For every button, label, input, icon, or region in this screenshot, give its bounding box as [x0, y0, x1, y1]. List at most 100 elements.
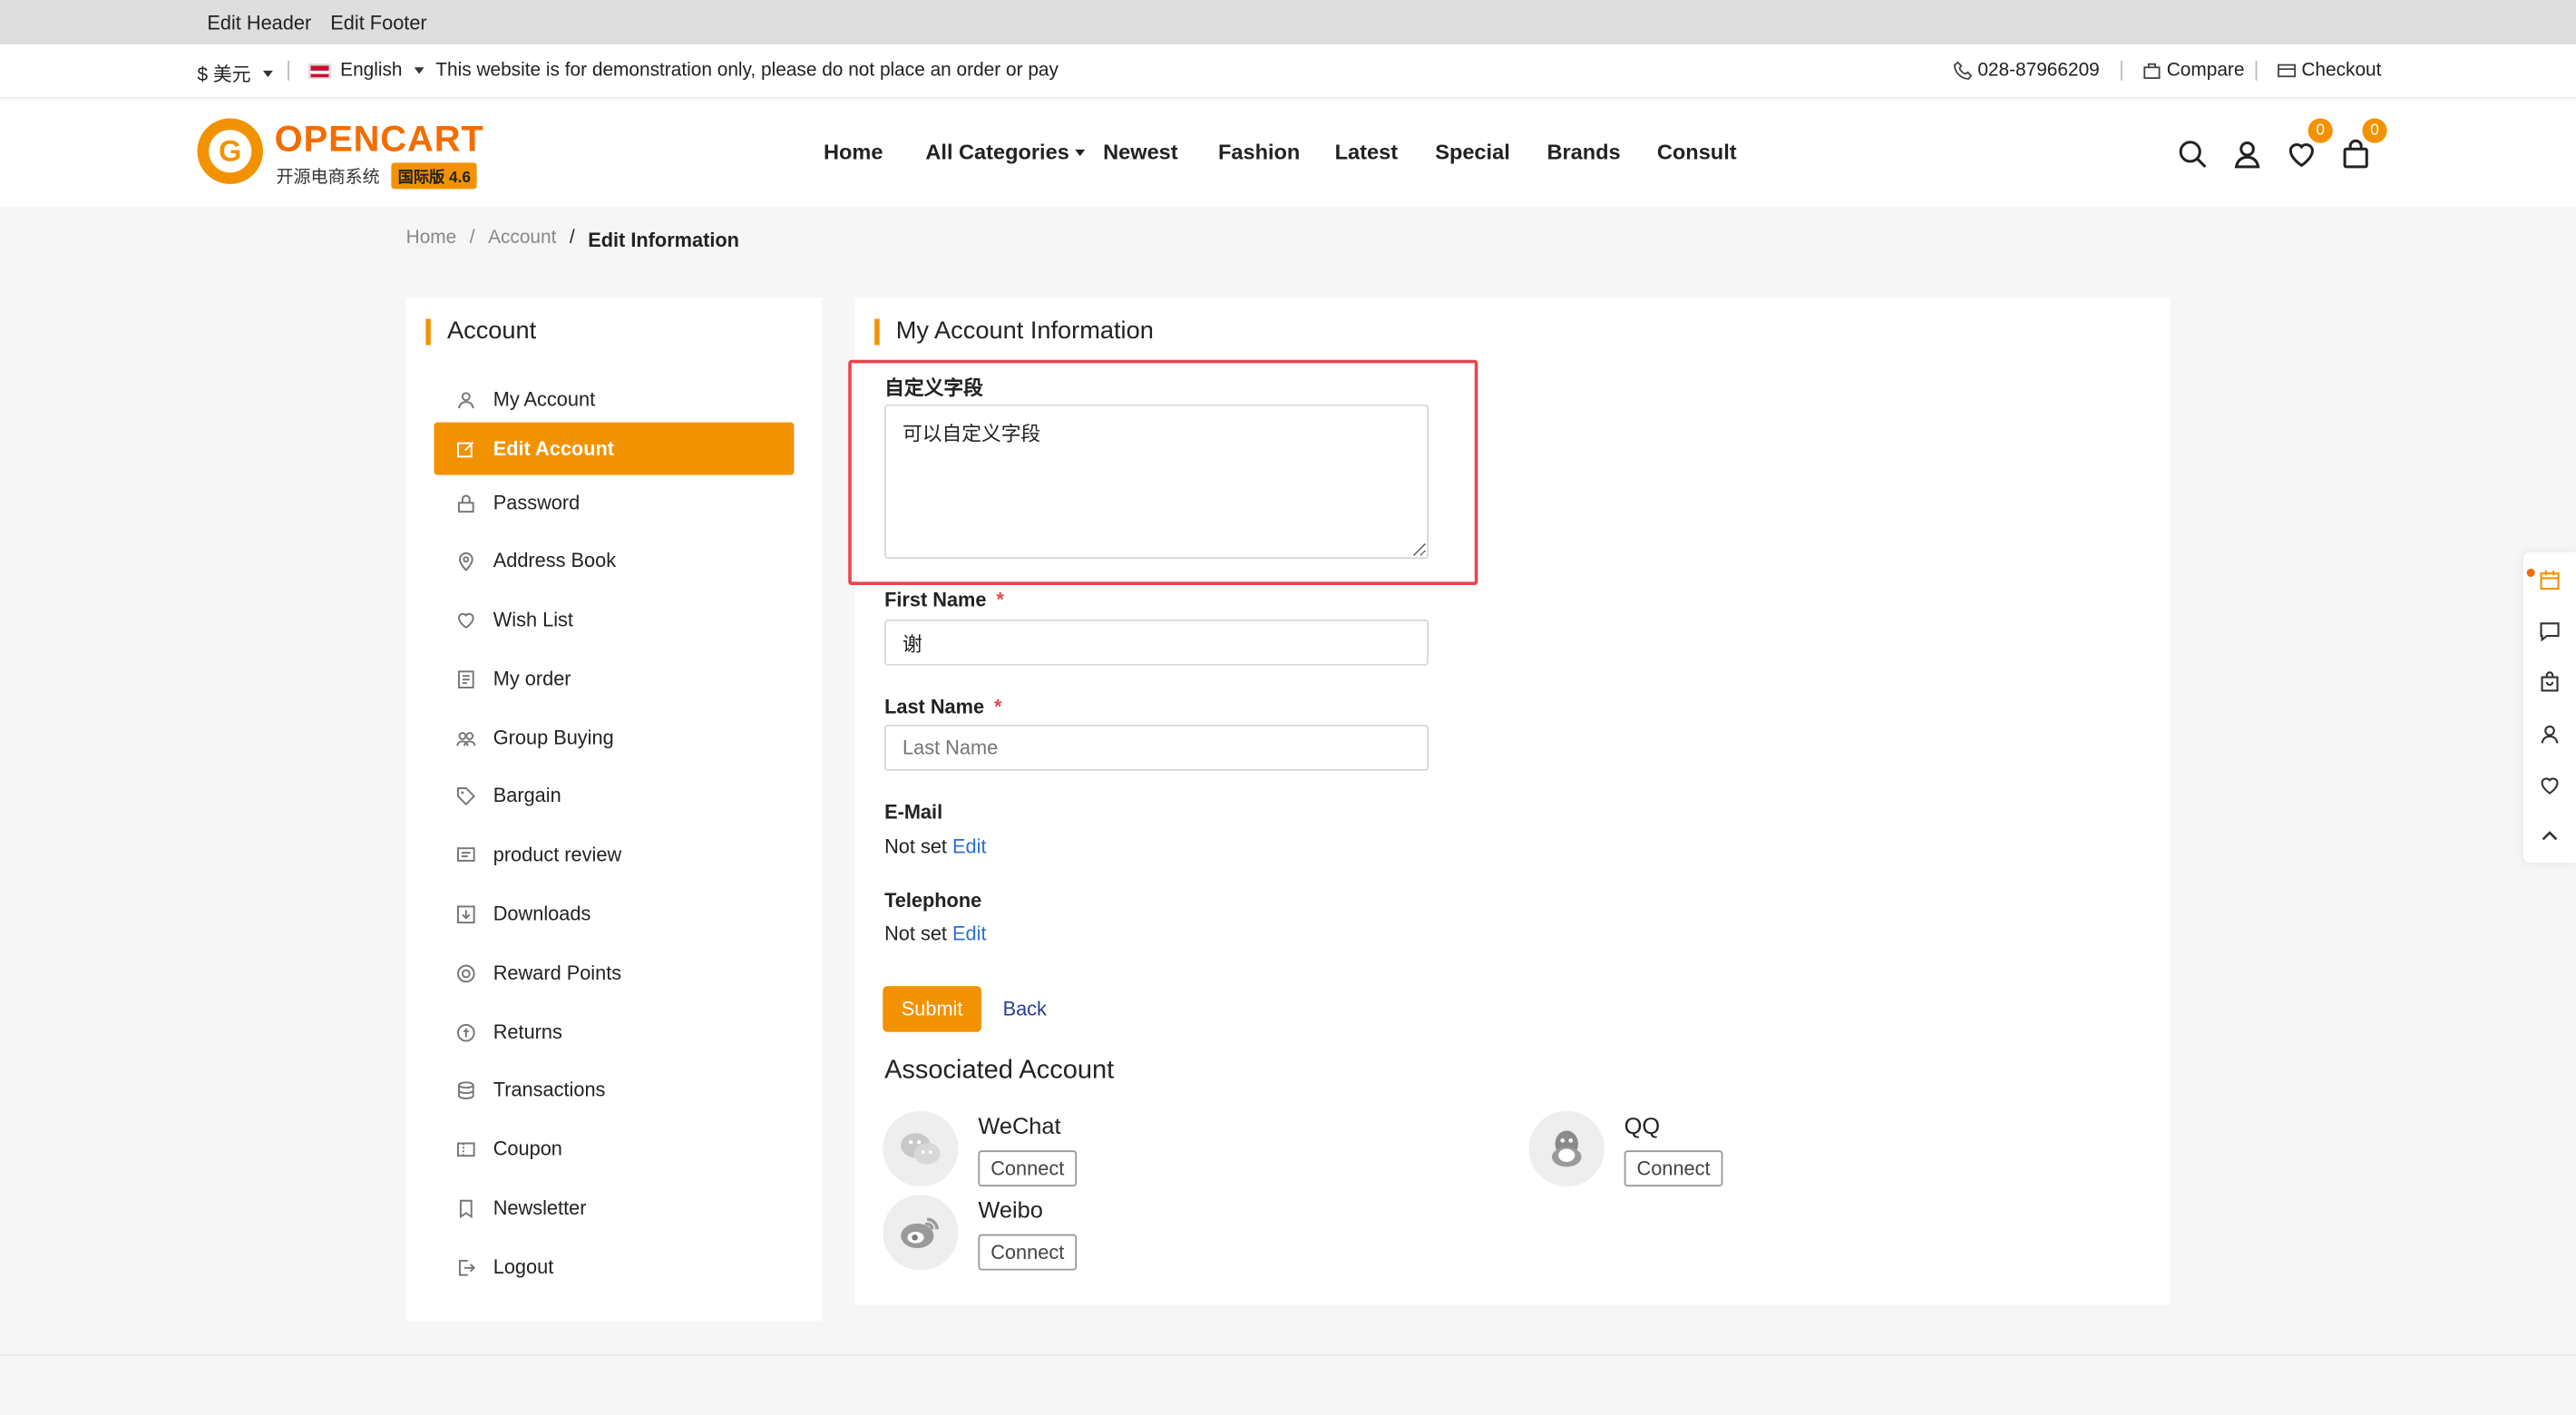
wechat-label: WeChat: [978, 1112, 1061, 1139]
breadcrumb-home[interactable]: Home: [406, 229, 457, 251]
sidebar-item-logout[interactable]: Logout: [434, 1241, 794, 1293]
sidebar-item-returns[interactable]: Returns: [434, 1006, 794, 1059]
currency-selector[interactable]: $ 美元: [197, 61, 273, 87]
nav-fashion[interactable]: Fashion: [1218, 140, 1300, 164]
nav-brands[interactable]: Brands: [1547, 140, 1620, 164]
weibo-avatar: [883, 1195, 959, 1271]
logo-text: OPENCART: [274, 118, 484, 160]
chevron-down-icon: [414, 67, 424, 74]
last-name-label-text: Last Name: [884, 695, 985, 718]
sidebar-item-newsletter[interactable]: Newsletter: [434, 1182, 794, 1234]
sidebar-item-my-account[interactable]: My Account: [434, 373, 794, 425]
sidebar-item-label: Transactions: [493, 1078, 606, 1101]
breadcrumb-account[interactable]: Account: [488, 229, 556, 251]
language-label: English: [340, 61, 403, 81]
search-icon: [2179, 141, 2207, 168]
calendar-icon[interactable]: [2538, 569, 2561, 591]
nav-special[interactable]: Special: [1435, 140, 1510, 164]
currency-label: $ 美元: [197, 65, 251, 86]
review-icon: [454, 843, 476, 865]
compare-label: Compare: [2166, 61, 2245, 81]
weibo-connect-button[interactable]: Connect: [978, 1234, 1078, 1271]
sidebar-item-label: Coupon: [493, 1137, 562, 1161]
phone-icon: [1954, 61, 1973, 80]
nav-home[interactable]: Home: [824, 140, 883, 164]
edit-footer-link[interactable]: Edit Footer: [330, 12, 426, 34]
email-edit-link[interactable]: Edit: [952, 834, 986, 857]
edit-header-link[interactable]: Edit Header: [207, 12, 311, 34]
sidebar-item-group-buying[interactable]: Group Buying: [434, 712, 794, 765]
bag-icon[interactable]: [2538, 670, 2561, 693]
transactions-icon: [454, 1078, 476, 1101]
first-name-label-text: First Name: [884, 588, 987, 611]
location-icon: [454, 549, 476, 571]
custom-field-textarea[interactable]: 可以自定义字段: [884, 404, 1429, 560]
breadcrumb-separator: /: [569, 228, 575, 249]
sidebar-item-label: Logout: [493, 1255, 554, 1279]
qq-icon: [1551, 1130, 1582, 1167]
email-label: E-Mail: [884, 800, 943, 824]
sidebar-item-bargain[interactable]: Bargain: [434, 769, 794, 822]
qq-avatar: [1528, 1110, 1605, 1187]
admin-bar: Edit Header Edit Footer: [0, 0, 2576, 44]
compare-link[interactable]: Compare: [2142, 61, 2245, 81]
sidebar-item-edit-account[interactable]: Edit Account: [434, 422, 795, 475]
sidebar-item-password[interactable]: Password: [434, 476, 794, 529]
reward-icon: [454, 961, 476, 984]
submit-button[interactable]: Submit: [883, 986, 982, 1032]
nav-newest[interactable]: Newest: [1103, 140, 1178, 164]
sidebar-item-address-book[interactable]: Address Book: [434, 534, 794, 587]
chevron-down-icon: [262, 70, 273, 78]
logo-version-badge: 国际版 4.6: [391, 162, 478, 190]
nav-all-categories[interactable]: All Categories: [925, 140, 1086, 164]
chevron-up-icon[interactable]: [2538, 825, 2561, 848]
qq-label: QQ: [1624, 1112, 1661, 1139]
weibo-label: Weibo: [978, 1195, 1043, 1223]
language-selector[interactable]: English: [308, 61, 424, 81]
user-icon[interactable]: [2538, 723, 2561, 746]
heart-icon: [2288, 142, 2314, 168]
last-name-label: Last Name *: [884, 695, 1001, 717]
first-name-input[interactable]: [884, 620, 1429, 666]
message-icon[interactable]: [2538, 620, 2561, 642]
sidebar-item-label: Reward Points: [493, 961, 622, 985]
notification-dot: [2526, 568, 2535, 577]
telephone-edit-link[interactable]: Edit: [952, 922, 986, 944]
sidebar-item-reward-points[interactable]: Reward Points: [434, 947, 794, 1000]
sidebar-item-coupon[interactable]: Coupon: [434, 1122, 794, 1175]
chevron-down-icon: [1076, 148, 1086, 156]
account-button[interactable]: [2230, 138, 2263, 171]
wechat-avatar: [883, 1110, 959, 1187]
wishlist-button[interactable]: 0: [2285, 118, 2333, 171]
sidebar-item-my-order[interactable]: My order: [434, 652, 794, 705]
search-button[interactable]: [2177, 138, 2210, 171]
edit-icon: [454, 437, 476, 460]
sidebar-item-wish-list[interactable]: Wish List: [434, 593, 794, 646]
sidebar-item-downloads[interactable]: Downloads: [434, 887, 794, 940]
heart-icon[interactable]: [2538, 774, 2561, 796]
form-title: My Account Information: [874, 318, 1154, 346]
returns-icon: [454, 1020, 476, 1043]
sidebar-item-product-review[interactable]: product review: [434, 828, 794, 881]
sidebar-item-label: product review: [493, 843, 622, 866]
breadcrumb: Home / Account / Edit Information: [406, 229, 739, 251]
wechat-connect-button[interactable]: Connect: [978, 1150, 1078, 1187]
site-logo[interactable]: G OPENCART 开源电商系统 国际版 4.6: [197, 118, 484, 190]
qq-connect-button[interactable]: Connect: [1624, 1150, 1723, 1187]
last-name-input[interactable]: [884, 725, 1429, 771]
sidebar-item-label: Downloads: [493, 902, 591, 926]
sidebar-item-transactions[interactable]: Transactions: [434, 1063, 794, 1116]
first-name-label: First Name *: [884, 589, 1004, 611]
back-link[interactable]: Back: [1003, 998, 1047, 1020]
nav-consult[interactable]: Consult: [1657, 140, 1737, 164]
cart-button[interactable]: 0: [2339, 118, 2387, 171]
tag-icon: [454, 784, 476, 806]
sidebar-item-label: Address Book: [493, 549, 617, 572]
sidebar-item-label: Bargain: [493, 784, 561, 807]
phone-contact[interactable]: 028-87966209: [1953, 61, 2100, 81]
card-icon: [2278, 63, 2297, 78]
sidebar-item-label: Group Buying: [493, 726, 614, 750]
nav-latest[interactable]: Latest: [1335, 140, 1398, 164]
required-asterisk: *: [993, 695, 1002, 718]
checkout-link[interactable]: Checkout: [2277, 61, 2381, 81]
